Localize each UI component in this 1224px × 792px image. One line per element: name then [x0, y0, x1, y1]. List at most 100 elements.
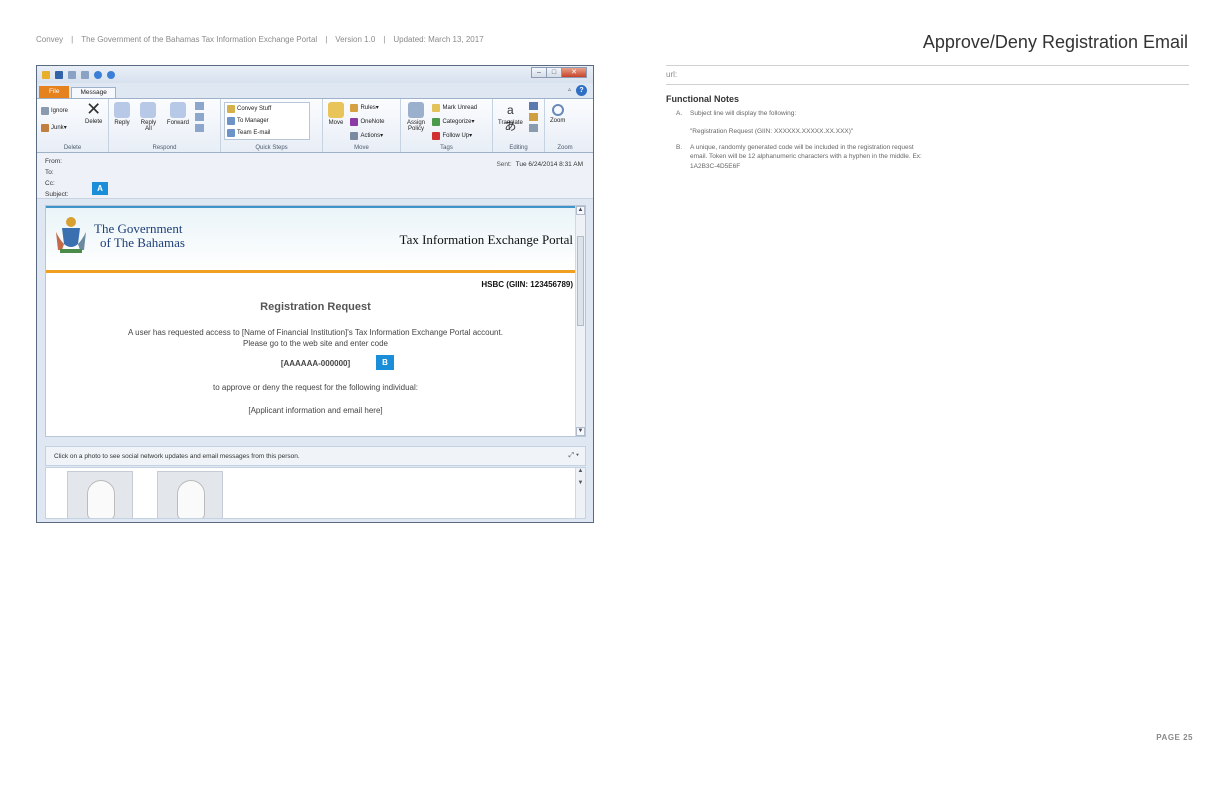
annotation-marker-a: A — [92, 182, 108, 195]
translate-button[interactable]: aあ Translate — [498, 102, 523, 133]
meeting-icon[interactable] — [195, 102, 205, 110]
mark-unread-label: Mark Unread — [442, 104, 478, 111]
from-label: From: — [45, 158, 62, 165]
group-name: Tags — [440, 145, 453, 151]
forward-button[interactable]: Forward — [167, 102, 189, 126]
quick-access-toolbar — [42, 70, 115, 79]
zoom-label: Zoom — [550, 118, 566, 124]
categorize-icon — [432, 117, 441, 126]
email-message: A user has requested access to [Name of … — [46, 327, 585, 349]
find-icon[interactable] — [529, 102, 539, 110]
translate-icon: aあ — [504, 103, 517, 133]
ribbon-group-quick-steps: Convey Stuff To Manager Team E-mail Quic… — [221, 99, 323, 152]
rules-button[interactable]: Rules ▾ — [350, 102, 384, 113]
mark-unread-button[interactable]: Mark Unread — [432, 102, 477, 113]
expand-people-pane-icon[interactable]: ⤢ ▾ — [569, 452, 580, 460]
junk-button[interactable]: Junk ▾ — [41, 122, 68, 133]
follow-up-label: Follow Up — [442, 132, 470, 139]
institution-label: HSBC (GIIN: 123456789) — [481, 280, 573, 289]
quick-step-label: To Manager — [237, 118, 269, 124]
scroll-up-icon[interactable]: ▲ — [576, 206, 585, 215]
select-icon[interactable] — [529, 124, 539, 132]
redo-icon[interactable] — [81, 70, 89, 79]
forward-icon — [169, 102, 186, 118]
ignore-icon — [41, 106, 49, 115]
notes-panel: url: Functional Notes A. Subject line wi… — [666, 65, 1189, 177]
government-logo-text: The Government of The Bahamas — [94, 222, 185, 250]
quick-step-item[interactable]: Convey Stuff — [225, 103, 309, 115]
outlook-window: – □ ✕ File Message ▵ ? Ignore Junk ▾ ✕ D… — [36, 65, 594, 523]
note-label: B. — [676, 143, 683, 151]
ribbon-group-zoom: Zoom Zoom — [545, 99, 585, 152]
move-icon — [328, 102, 344, 118]
people-pane-bar: Click on a photo to see social network u… — [45, 446, 586, 466]
people-pane-text: Click on a photo to see social network u… — [54, 453, 300, 460]
contact-photo[interactable] — [157, 471, 223, 518]
follow-up-button[interactable]: Follow Up ▾ — [432, 130, 477, 141]
header-version: Version 1.0 — [335, 35, 376, 44]
note-b: B. A unique, randomly generated code wil… — [666, 143, 1189, 171]
help-icon[interactable]: ? — [576, 85, 587, 96]
tab-file[interactable]: File — [39, 86, 70, 98]
person-silhouette-icon — [87, 480, 115, 518]
quick-step-item[interactable]: Team E-mail — [225, 127, 309, 139]
gov-line-2: of The Bahamas — [100, 235, 185, 250]
up-arrow-icon[interactable] — [94, 70, 102, 79]
group-name: Delete — [63, 145, 82, 151]
close-button[interactable]: ✕ — [561, 67, 587, 78]
note-subtext: "Registration Request (GIIN: XXXXXX.XXXX… — [690, 128, 854, 136]
subject-label: Subject: — [45, 191, 69, 198]
undo-icon[interactable] — [68, 70, 76, 79]
quick-step-label: Convey Stuff — [237, 106, 272, 112]
ribbon-group-respond: Reply Reply All Forward Respond — [109, 99, 221, 152]
scroll-down-icon[interactable]: ▼ — [576, 427, 585, 436]
onenote-label: OneNote — [360, 118, 385, 125]
ignore-label: Ignore — [51, 107, 69, 114]
categorize-label: Categorize — [442, 118, 472, 125]
categorize-button[interactable]: Categorize ▾ — [432, 116, 477, 127]
move-button[interactable]: Move — [328, 102, 344, 126]
title-bar: – □ ✕ — [37, 66, 593, 83]
reply-label: Reply — [114, 120, 130, 126]
registration-code: [AAAAAA-000000] — [280, 359, 351, 368]
zoom-button[interactable]: Zoom — [550, 102, 565, 124]
actions-button[interactable]: Actions ▾ — [350, 130, 384, 141]
reply-all-button[interactable]: Reply All — [138, 102, 158, 132]
quick-step-item[interactable]: To Manager — [225, 115, 309, 127]
delete-icon: ✕ — [86, 99, 102, 119]
ribbon: Ignore Junk ▾ ✕ Delete Delete Reply Repl… — [37, 98, 593, 153]
im-icon[interactable] — [195, 113, 205, 121]
ribbon-group-editing: aあ Translate Editing — [493, 99, 545, 152]
onenote-button[interactable]: OneNote — [350, 116, 384, 127]
flag-icon — [432, 131, 441, 140]
more-respond-icon[interactable] — [195, 124, 205, 132]
junk-icon — [41, 123, 49, 132]
maximize-button[interactable]: □ — [546, 67, 562, 78]
people-pane-scrollbar[interactable]: ▲ ▼ — [575, 468, 585, 518]
header-portal-name: The Government of the Bahamas Tax Inform… — [81, 35, 318, 44]
save-icon[interactable] — [55, 70, 63, 79]
junk-label: Junk — [51, 124, 64, 131]
group-name: Editing — [509, 145, 528, 151]
delete-button[interactable]: ✕ Delete — [85, 99, 102, 125]
assign-policy-button[interactable]: Assign Policy — [406, 102, 426, 132]
rules-icon — [350, 103, 359, 112]
scroll-thumb[interactable] — [577, 236, 584, 326]
group-silhouette-icon — [177, 480, 205, 518]
page-number: PAGE 25 — [1156, 733, 1193, 742]
respond-more — [195, 102, 205, 132]
reply-button[interactable]: Reply — [114, 102, 130, 126]
collapse-ribbon-icon[interactable]: ▵ — [568, 86, 571, 93]
replace-icon[interactable] — [529, 113, 539, 121]
message-line-2: Please go to the web site and enter code — [243, 339, 388, 348]
bahamas-coat-of-arms-icon — [56, 217, 86, 253]
ignore-button[interactable]: Ignore — [41, 105, 68, 116]
people-pane-photos: ▲ ▼ — [45, 467, 586, 519]
message-line-1: A user has requested access to [Name of … — [128, 328, 503, 337]
minimize-button[interactable]: – — [531, 67, 547, 78]
sent-date: Tue 6/24/2014 8:31 AM — [515, 161, 583, 168]
tab-message[interactable]: Message — [71, 87, 116, 98]
contact-photo[interactable] — [67, 471, 133, 518]
down-arrow-icon[interactable] — [107, 70, 115, 79]
email-scrollbar[interactable]: ▲ ▼ — [575, 206, 585, 436]
